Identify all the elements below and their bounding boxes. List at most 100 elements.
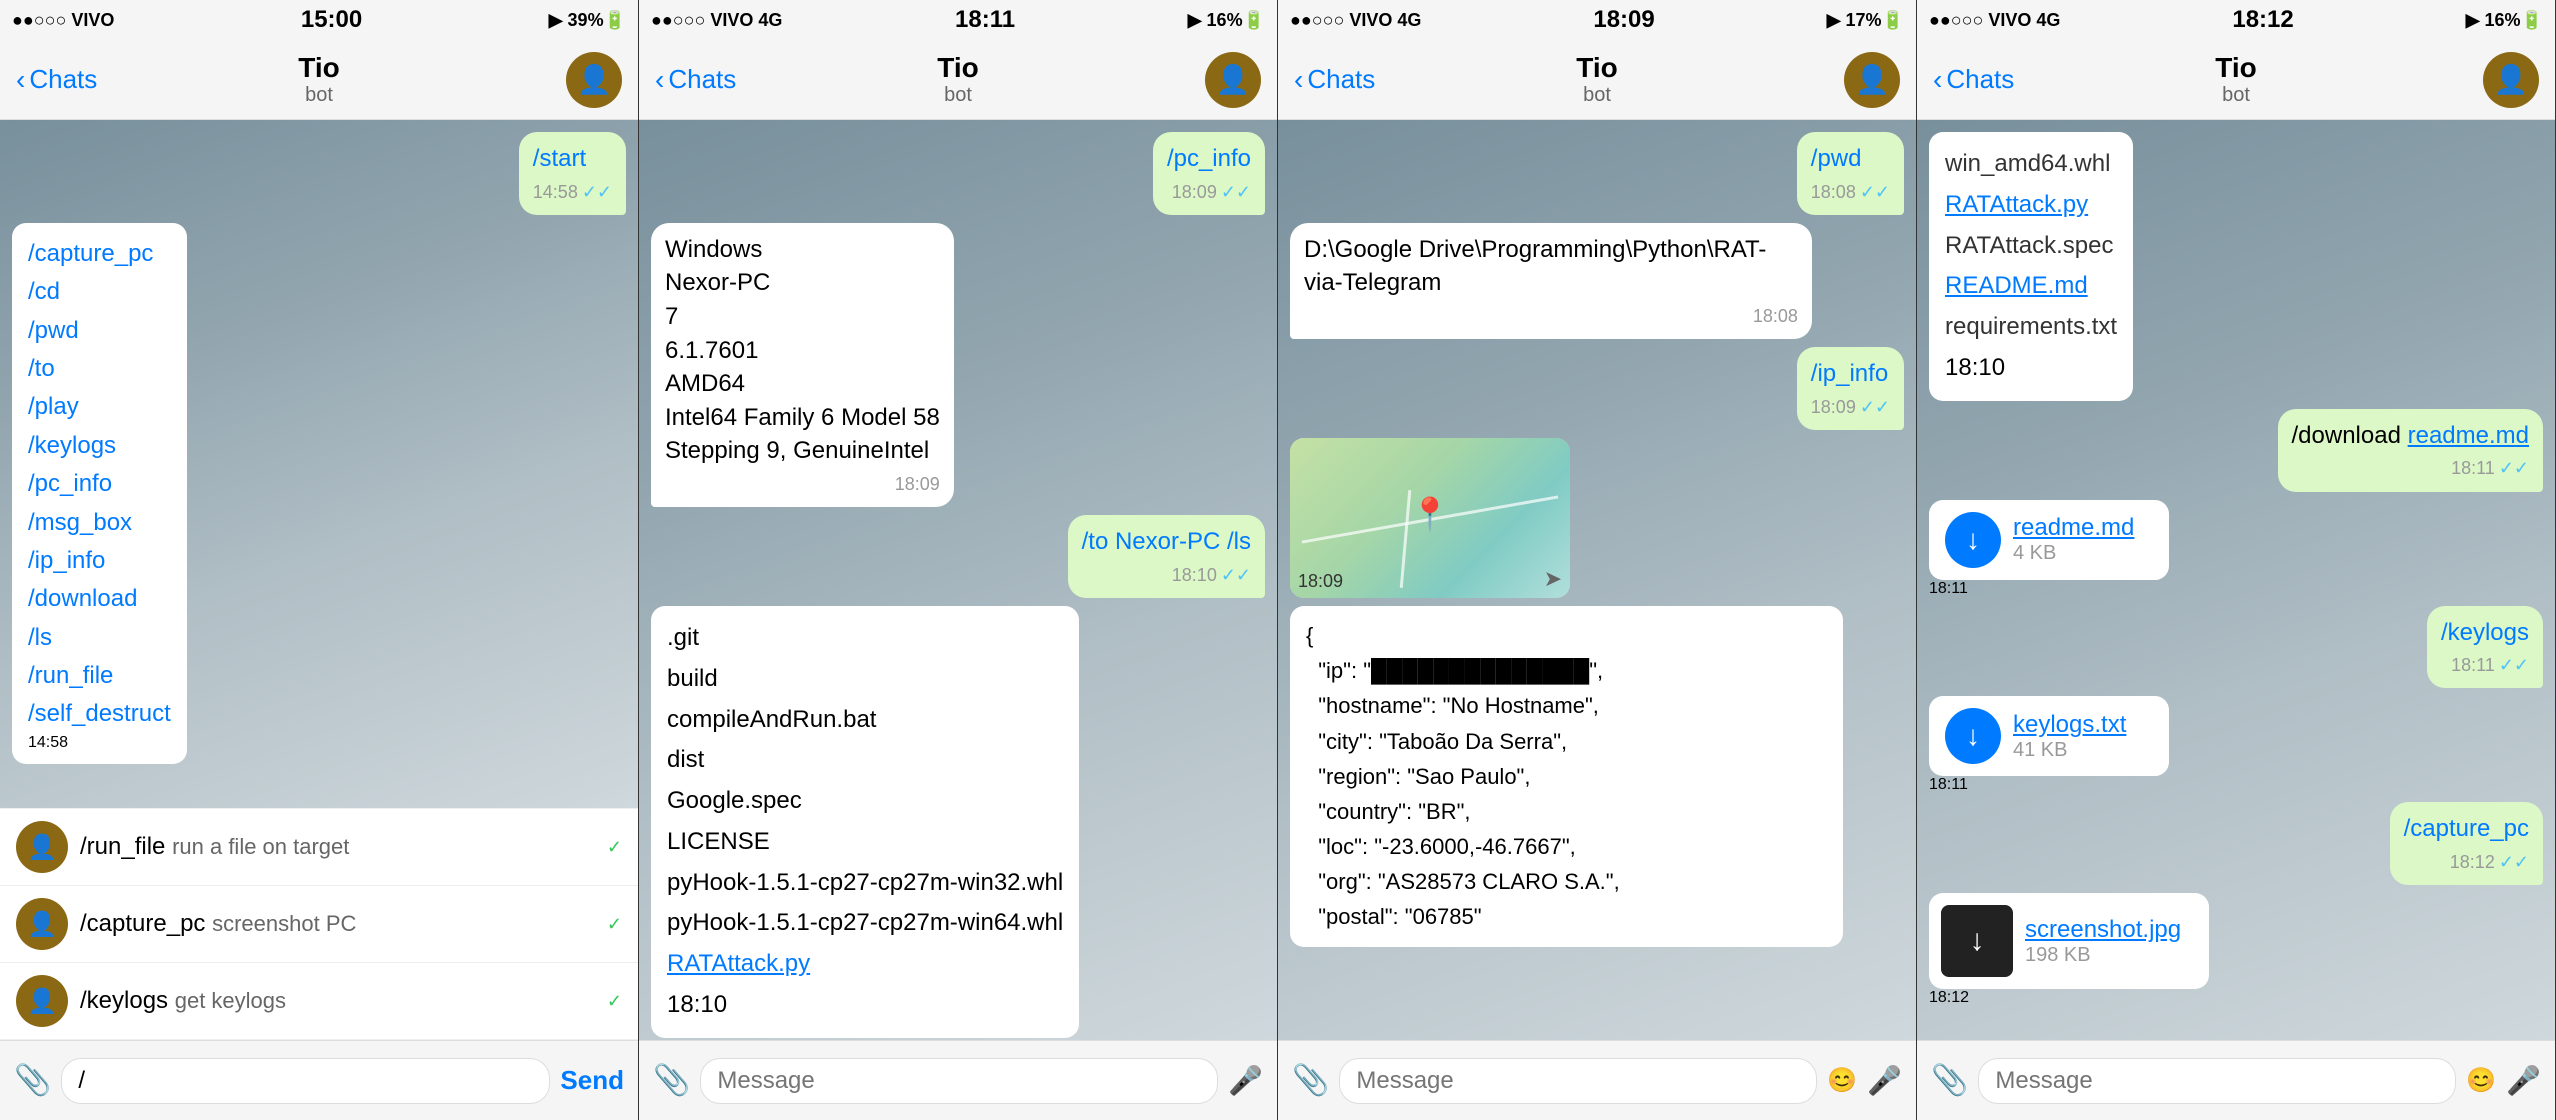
status-bar-3: ●●○○○ VIVO 4G 18:09 ▶ 17%🔋 [1278,0,1916,40]
back-label-4[interactable]: Chats [1946,64,2014,95]
cmd-capture_pc: /capture_pc [2404,815,2529,842]
download-bubble-readme: ↓ readme.md 4 KB [1929,500,2169,580]
mic-icon-2[interactable]: 🎤 [1228,1064,1263,1097]
avatar-2[interactable]: 👤 [1205,52,1261,108]
cmd-item: /self_destruct [28,695,171,733]
attach-icon-2[interactable]: 📎 [653,1063,690,1098]
file-item: pyHook-1.5.1-cp27-cp27m-win32.whl [667,863,1063,904]
pcinfo-line: Stepping 9, GenuineIntel [665,434,940,468]
pcinfo-line: 7 [665,300,940,334]
checks: ✓✓ [2499,456,2529,481]
panel-1: ●●○○○ VIVO 15:00 ▶ 39%🔋 ‹ Chats Tio bot … [0,0,639,1120]
nav-bar-4: ‹ Chats Tio bot 👤 [1917,40,2555,120]
ts-keylogs: 18:11 ✓✓ [2441,653,2529,678]
screenshot-info: screenshot.jpg 198 KB [2025,916,2181,967]
back-button-2[interactable]: ‹ Chats [655,64,736,96]
msg-pcinfo-response: Windows Nexor-PC 7 6.1.7601 AMD64 Intel6… [651,223,954,507]
cmd-keylogs: /keylogs [2441,619,2529,646]
screenshot-bubble: ↓ screenshot.jpg 198 KB [1929,893,2209,989]
message-input-1[interactable] [61,1058,550,1104]
map-forward-icon[interactable]: ➤ [1544,566,1562,592]
ts-ls: 18:10 ✓✓ [1082,563,1251,588]
file-item: requirements.txt [1945,307,2117,348]
input-bar-3: 📎 😊 🎤 [1278,1040,1916,1120]
timestamp-start: 14:58 ✓✓ [533,180,612,205]
download-icon-keylogs[interactable]: ↓ [1945,708,2001,764]
message-input-2[interactable] [700,1058,1218,1104]
time-3: 18:09 [1593,6,1654,34]
attach-icon-3[interactable]: 📎 [1292,1063,1329,1098]
back-label-2[interactable]: Chats [668,64,736,95]
cmd-download: /download [2292,422,2408,449]
timestamp-cmdlist: 14:58 [28,734,171,752]
msg-keylogs-download: ↓ keylogs.txt 41 KB 18:11 [1929,696,2169,794]
file-item-link[interactable]: RATAttack.py [1945,185,2117,226]
back-button-3[interactable]: ‹ Chats [1294,64,1375,96]
download-filename-keylogs[interactable]: keylogs.txt [2013,711,2126,739]
screenshot-filename[interactable]: screenshot.jpg [2025,916,2181,944]
msg-pc_info: /pc_info 18:09 ✓✓ [1153,132,1265,215]
mic-icon-3[interactable]: 🎤 [1867,1064,1902,1097]
ts-screenshot: 18:12 [1929,989,2209,1007]
chevron-left-icon-2: ‹ [655,64,664,96]
chat-background-2: /pc_info 18:09 ✓✓ Windows Nexor-PC 7 6.1… [639,120,1277,1040]
file-item: RATAttack.spec [1945,226,2117,267]
cmd-item: /pwd [28,312,171,350]
list-item-capture_pc[interactable]: 👤 /capture_pc screenshot PC ✓ [0,886,638,963]
nav-title-3: Tio bot [1576,52,1617,107]
cmd-item: /run_file [28,657,171,695]
emoji-icon-4[interactable]: 😊 [2466,1066,2496,1095]
cmd-pwd: /pwd [1811,145,1862,172]
cmd-pc_info: /pc_info [1167,145,1251,172]
map-timestamp: 18:09 [1298,571,1343,592]
json-line: "region": "Sao Paulo", [1306,759,1827,794]
list-item-keylogs[interactable]: 👤 /keylogs get keylogs ✓ [0,963,638,1040]
message-start: /start 14:58 ✓✓ [519,132,626,215]
chat-background-4: win_amd64.whl RATAttack.py RATAttack.spe… [1917,120,2555,1040]
status-bar-1: ●●○○○ VIVO 15:00 ▶ 39%🔋 [0,0,638,40]
ts-readme: 18:11 [1929,580,2169,598]
cmd-start: /start [533,145,586,172]
back-label-1[interactable]: Chats [29,64,97,95]
nav-bar-2: ‹ Chats Tio bot 👤 [639,40,1277,120]
carrier-3: ●●○○○ VIVO 4G [1290,10,1421,31]
contact-name-2: Tio [937,52,978,84]
nav-title-2: Tio bot [937,52,978,107]
back-button-1[interactable]: ‹ Chats [16,64,97,96]
list-time: ✓ [607,914,622,935]
checks: ✓✓ [1221,563,1251,588]
panel-2: ●●○○○ VIVO 4G 18:11 ▶ 16%🔋 ‹ Chats Tio b… [639,0,1278,1120]
msg-map: 📍 18:09 ➤ [1290,438,1570,598]
emoji-icon-3[interactable]: 😊 [1827,1066,1857,1095]
list-info: /keylogs get keylogs [80,987,595,1015]
time-4: 18:12 [2232,6,2293,34]
back-label-3[interactable]: Chats [1307,64,1375,95]
download-filename[interactable]: readme.md [2013,514,2134,542]
avatar-3[interactable]: 👤 [1844,52,1900,108]
message-input-3[interactable] [1339,1058,1817,1104]
cmd-item: /to [28,350,171,388]
attach-icon-1[interactable]: 📎 [14,1063,51,1098]
attach-icon-4[interactable]: 📎 [1931,1063,1968,1098]
list-item-run_file[interactable]: 👤 /run_file run a file on target ✓ [0,809,638,886]
message-input-4[interactable] [1978,1058,2456,1104]
back-button-4[interactable]: ‹ Chats [1933,64,2014,96]
download-icon-readme[interactable]: ↓ [1945,512,2001,568]
send-button-1[interactable]: Send [560,1065,624,1096]
msg-file-list-top: win_amd64.whl RATAttack.py RATAttack.spe… [1929,132,2133,401]
avatar-4[interactable]: 👤 [2483,52,2539,108]
chevron-left-icon: ‹ [16,64,25,96]
avatar-1[interactable]: 👤 [566,52,622,108]
json-line: "postal": "06785" [1306,899,1827,934]
screenshot-thumb[interactable]: ↓ [1941,905,2013,977]
messages-1: /start 14:58 ✓✓ /capture_pc /cd /pwd /to… [0,120,638,776]
nav-bar-1: ‹ Chats Tio bot 👤 [0,40,638,120]
pcinfo-line: Windows [665,233,940,267]
download-info-keylogs: keylogs.txt 41 KB [2013,711,2126,762]
download-bubble-keylogs: ↓ keylogs.txt 41 KB [1929,696,2169,776]
status-bar-2: ●●○○○ VIVO 4G 18:11 ▶ 16%🔋 [639,0,1277,40]
input-bar-2: 📎 🎤 [639,1040,1277,1120]
mic-icon-4[interactable]: 🎤 [2506,1064,2541,1097]
checks-start: ✓✓ [582,180,612,205]
file-item-link[interactable]: README.md [1945,266,2117,307]
